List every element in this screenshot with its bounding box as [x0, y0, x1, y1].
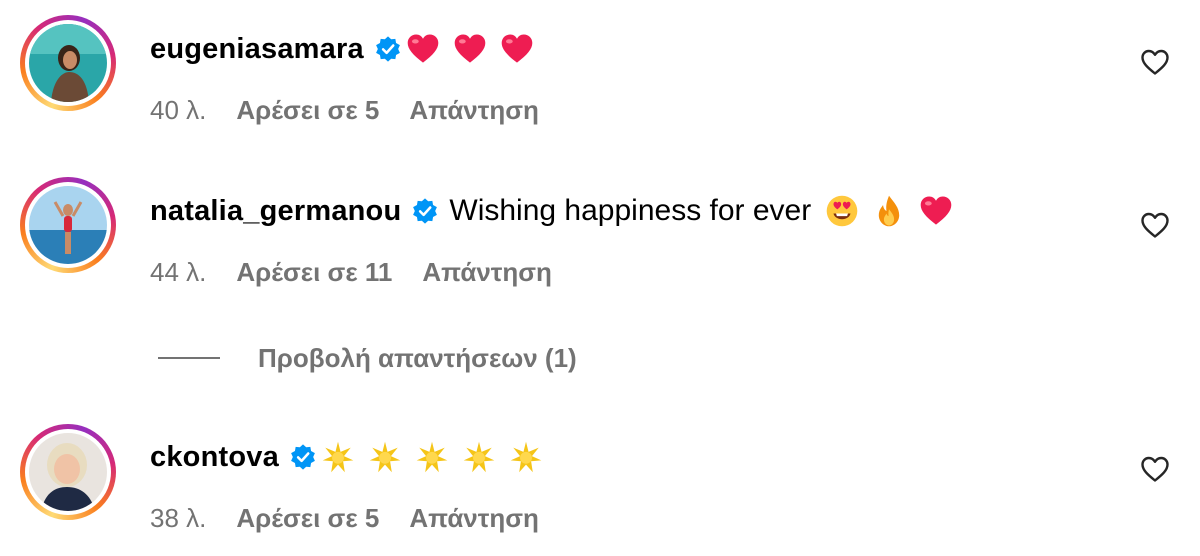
red-heart-emoji — [501, 34, 533, 63]
verified-badge-icon — [291, 444, 315, 470]
username[interactable]: eugeniasamara — [150, 33, 364, 66]
comment-line: ckontova — [150, 437, 556, 477]
glowing-star-emoji — [416, 441, 448, 473]
comment-line: natalia_germanou Wishing happiness for e… — [150, 191, 966, 231]
heart-outline-icon[interactable] — [1138, 45, 1172, 79]
avatar — [29, 24, 107, 102]
comment-time[interactable]: 44 λ. — [150, 257, 206, 288]
verified-badge-icon — [413, 198, 438, 224]
glowing-star-emoji — [510, 441, 542, 473]
reply-button[interactable]: Απάντηση — [409, 95, 539, 126]
likes-count[interactable]: Αρέσει σε 5 — [236, 95, 379, 126]
heart-eyes-emoji — [826, 195, 858, 227]
heart-outline-icon[interactable] — [1138, 452, 1172, 486]
comment-meta: 40 λ. Αρέσει σε 5 Απάντηση — [150, 93, 539, 127]
comment-meta: 38 λ. Αρέσει σε 5 Απάντηση — [150, 501, 539, 535]
comment-text: Wishing happiness for ever — [449, 194, 812, 227]
comment-line: eugeniasamara — [150, 29, 547, 69]
reply-button[interactable]: Απάντηση — [409, 503, 539, 534]
red-heart-emoji — [407, 34, 439, 63]
comment-meta: 44 λ. Αρέσει σε 11 Απάντηση — [150, 255, 552, 289]
view-replies-button[interactable]: Προβολή απαντήσεων (1) — [158, 340, 577, 376]
heart-outline-icon[interactable] — [1138, 208, 1172, 242]
fire-emoji — [879, 195, 900, 227]
username[interactable]: ckontova — [150, 441, 279, 474]
likes-count[interactable]: Αρέσει σε 5 — [236, 503, 379, 534]
view-replies-label[interactable]: Προβολή απαντήσεων (1) — [258, 343, 577, 374]
avatar — [29, 433, 107, 511]
divider — [158, 357, 220, 359]
red-heart-emoji — [454, 34, 486, 63]
comment-time[interactable]: 38 λ. — [150, 503, 206, 534]
glowing-star-emoji — [369, 441, 401, 473]
avatar — [29, 186, 107, 264]
verified-badge-icon — [375, 36, 400, 62]
likes-count[interactable]: Αρέσει σε 11 — [236, 257, 392, 288]
avatar-story-ring[interactable] — [20, 177, 116, 273]
avatar-story-ring[interactable] — [20, 424, 116, 520]
emoji-group — [321, 440, 556, 474]
avatar-story-ring[interactable] — [20, 15, 116, 111]
glowing-star-emoji — [322, 441, 354, 473]
emoji-group — [825, 194, 966, 228]
glowing-star-emoji — [463, 441, 495, 473]
emoji-group — [406, 32, 547, 66]
comment-time[interactable]: 40 λ. — [150, 95, 206, 126]
reply-button[interactable]: Απάντηση — [422, 257, 552, 288]
red-heart-emoji — [920, 196, 952, 225]
username[interactable]: natalia_germanou — [150, 195, 401, 228]
